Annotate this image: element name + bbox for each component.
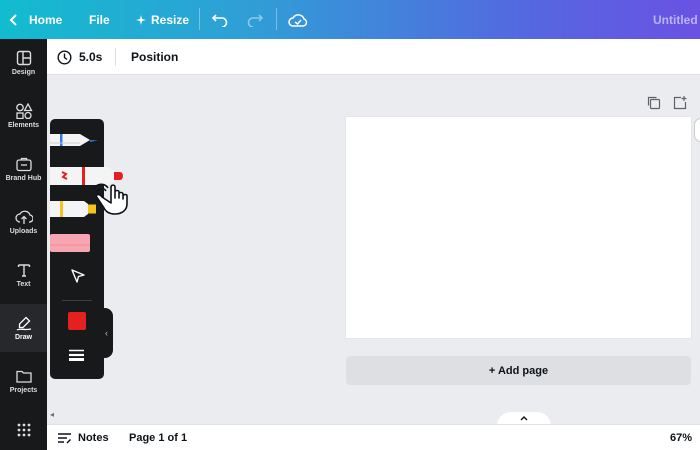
redo-icon — [247, 13, 264, 27]
shapes-icon — [15, 103, 33, 119]
notes-icon — [58, 433, 71, 444]
sidebar-item-brand-hub[interactable]: Brand Hub — [0, 145, 47, 193]
sidebar-item-label: Elements — [7, 122, 40, 129]
duration-button[interactable]: 5.0s — [57, 39, 102, 75]
cloud-check-icon — [288, 13, 308, 27]
position-button[interactable]: Position — [131, 39, 178, 75]
resize-label: Resize — [151, 12, 190, 27]
pen-tool[interactable] — [50, 131, 102, 156]
context-toolbar: 5.0s Position — [47, 39, 700, 75]
page-indicator: Page 1 of 1 — [129, 432, 188, 444]
divider — [199, 8, 200, 30]
chevron-up-icon — [520, 416, 528, 421]
scroll-left-arrow-icon[interactable]: ◂ — [50, 410, 54, 419]
menu-lines-icon — [69, 349, 84, 361]
add-page-label: + Add page — [488, 364, 549, 377]
undo-icon — [211, 13, 228, 27]
sidebar-item-draw[interactable]: Draw — [0, 304, 47, 352]
clock-icon — [57, 49, 72, 65]
design-canvas[interactable] — [346, 117, 691, 338]
pointer-arrow-icon — [71, 269, 85, 283]
home-label: Home — [29, 12, 63, 27]
color-swatch-button[interactable] — [68, 312, 86, 330]
undo-button[interactable] — [211, 0, 229, 39]
page-indicator-button[interactable]: Page 1 of 1 — [129, 425, 187, 450]
text-t-icon — [17, 264, 30, 277]
top-bar: Home File Resize Untitled d — [0, 0, 700, 39]
resize-button[interactable]: Resize — [136, 0, 189, 39]
duplicate-page-button[interactable] — [646, 95, 662, 111]
zoom-level: 67% — [670, 432, 693, 444]
briefcase-icon — [15, 157, 32, 172]
duration-label: 5.0s — [79, 50, 103, 64]
sparkle-icon — [136, 14, 146, 25]
back-button[interactable] — [8, 0, 20, 39]
select-tool[interactable] — [70, 268, 86, 289]
eraser-icon — [50, 234, 90, 252]
duplicate-icon — [647, 96, 661, 110]
file-menu-button[interactable]: File — [89, 0, 110, 39]
sidebar-item-text[interactable]: Text — [0, 251, 47, 299]
divider — [62, 300, 92, 301]
chevron-left-icon: ‹ — [105, 328, 108, 338]
add-page-icon-button[interactable] — [672, 95, 688, 111]
sidebar-item-label: Draw — [14, 334, 33, 341]
left-sidebar: Design Elements Brand Hub Uploads Text D… — [0, 39, 47, 450]
draw-icon — [16, 316, 31, 331]
footer-bar: Notes Page 1 of 1 67% — [47, 424, 700, 450]
upload-cloud-icon — [14, 210, 33, 224]
sidebar-item-label: Text — [16, 281, 31, 288]
sidebar-item-elements[interactable]: Elements — [0, 92, 47, 140]
home-button[interactable]: Home — [29, 0, 62, 39]
canvas-side-handle[interactable] — [694, 118, 700, 142]
redo-button[interactable] — [246, 0, 264, 39]
document-title[interactable]: Untitled d — [653, 0, 700, 39]
layout-icon — [16, 50, 31, 66]
chevron-left-icon — [9, 13, 17, 26]
sidebar-item-apps[interactable] — [0, 410, 47, 450]
hand-cursor-icon — [92, 183, 132, 222]
sidebar-item-label: Brand Hub — [5, 175, 42, 182]
sidebar-item-projects[interactable]: Projects — [0, 357, 47, 405]
pen-icon — [50, 134, 98, 146]
stroke-settings-button[interactable] — [69, 348, 84, 366]
sidebar-item-design[interactable]: Design — [0, 39, 47, 87]
add-page-button[interactable]: + Add page — [346, 356, 691, 385]
divider — [115, 48, 116, 66]
sidebar-item-label: Design — [11, 69, 36, 76]
divider — [276, 8, 277, 30]
sidebar-item-label: Uploads — [9, 228, 38, 235]
file-label: File — [89, 12, 110, 27]
save-status-button[interactable] — [288, 0, 308, 39]
add-page-icon — [673, 96, 687, 110]
apps-grid-icon — [17, 423, 30, 437]
eraser-tool[interactable] — [50, 233, 94, 258]
notes-button[interactable]: Notes — [57, 425, 109, 450]
notes-label: Notes — [78, 432, 109, 444]
position-label: Position — [131, 50, 179, 64]
collapse-draw-panel-button[interactable]: ‹ — [100, 308, 113, 358]
folder-icon — [15, 370, 32, 383]
sidebar-item-uploads[interactable]: Uploads — [0, 198, 47, 246]
sidebar-item-label: Projects — [9, 387, 38, 394]
zoom-level-button[interactable]: 67% — [670, 425, 692, 450]
